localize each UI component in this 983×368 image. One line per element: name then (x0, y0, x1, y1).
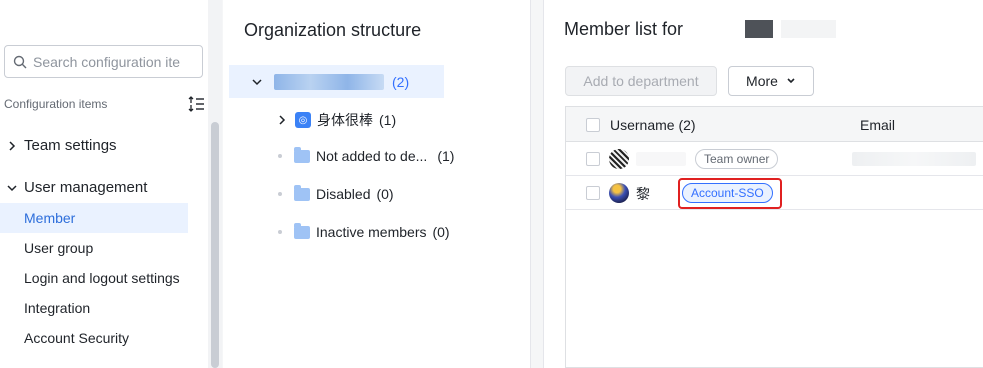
sidebar-item-integration[interactable]: Integration (0, 293, 188, 323)
redacted-name-tail (781, 20, 837, 38)
redacted-name (745, 20, 774, 38)
tree-node-count: (0) (432, 224, 450, 240)
chevron-right-icon (0, 140, 24, 151)
search-icon (13, 55, 27, 68)
row-checkbox[interactable] (586, 152, 600, 166)
tree-node-count: (1) (379, 112, 397, 128)
group-user-management[interactable]: User management (0, 179, 147, 196)
row-checkbox[interactable] (586, 186, 600, 200)
search-box[interactable] (4, 45, 203, 78)
org-root-node[interactable]: (2) (229, 65, 444, 98)
sidebar-item-member[interactable]: Member (0, 203, 188, 233)
folder-icon (294, 222, 310, 239)
table-header: Username (2) Email (566, 107, 983, 142)
tree-node-disabled[interactable]: Disabled (0) (278, 184, 394, 202)
highlight-box (678, 178, 782, 209)
member-table: Username (2) Email Team owner 黎 Account-… (565, 106, 983, 368)
username-text: 黎 (636, 186, 650, 202)
tree-node-label: Inactive members (316, 224, 427, 240)
tree-node-label: 身体很棒 (317, 112, 373, 128)
bullet-dot (278, 230, 282, 234)
org-root-count: (2) (392, 73, 410, 90)
org-structure-panel: Organization structure (2) ◎ 身体很棒 (1) No… (223, 0, 531, 368)
tree-node-label: Not added to de... (316, 148, 428, 164)
org-structure-title: Organization structure (244, 20, 422, 40)
member-list-title-text: Member list for (564, 19, 684, 39)
redacted-email (852, 152, 976, 166)
team-owner-badge: Team owner (695, 149, 779, 169)
tree-node-not-added[interactable]: Not added to de... (1) (278, 146, 455, 164)
group-team-settings[interactable]: Team settings (0, 137, 117, 154)
bullet-dot (278, 154, 282, 158)
sidebar-scrollbar-thumb[interactable] (211, 122, 219, 368)
chevron-down-icon[interactable] (252, 77, 262, 87)
sidebar-item-account-security[interactable]: Account Security (0, 323, 188, 353)
sort-list-icon[interactable] (187, 96, 205, 112)
tree-node-label: Disabled (316, 186, 371, 202)
column-email[interactable]: Email (860, 117, 895, 133)
sidebar-item-user-group[interactable]: User group (0, 233, 188, 263)
sidebar-item-login-logout[interactable]: Login and logout settings (0, 263, 188, 293)
redacted-username (636, 152, 686, 166)
org-root-name (274, 73, 384, 90)
more-button[interactable]: More (728, 66, 814, 96)
bullet-dot (278, 192, 282, 196)
config-items-title: Configuration items (4, 97, 108, 111)
chevron-right-icon[interactable] (277, 115, 287, 125)
group-label: User management (24, 179, 148, 196)
table-row[interactable]: Team owner (566, 142, 983, 176)
department-icon: ◎ (295, 112, 311, 128)
more-button-label: More (746, 73, 778, 89)
config-sidebar: Configuration items Team settings User m… (0, 0, 222, 368)
table-row[interactable]: 黎 Account-SSO (566, 176, 983, 210)
group-label: Team settings (24, 137, 117, 154)
member-list-title: Member list for (564, 19, 837, 40)
avatar (609, 149, 629, 169)
search-input[interactable] (33, 53, 183, 70)
select-all-checkbox[interactable] (586, 118, 600, 132)
chevron-down-icon (787, 78, 795, 84)
tree-node-count: (1) (437, 148, 455, 164)
folder-icon (294, 146, 310, 163)
avatar (609, 183, 629, 203)
add-to-department-button[interactable]: Add to department (565, 66, 717, 96)
tree-node-dept[interactable]: ◎ 身体很棒 (1) (277, 110, 396, 130)
column-username[interactable]: Username (2) (610, 117, 696, 133)
folder-icon (294, 184, 310, 201)
chevron-down-icon (0, 183, 24, 193)
tree-node-count: (0) (376, 186, 394, 202)
tree-node-inactive[interactable]: Inactive members (0) (278, 222, 450, 240)
member-list-panel: Member list for Add to department More U… (543, 0, 983, 368)
app-window: Configuration items Team settings User m… (0, 0, 983, 368)
